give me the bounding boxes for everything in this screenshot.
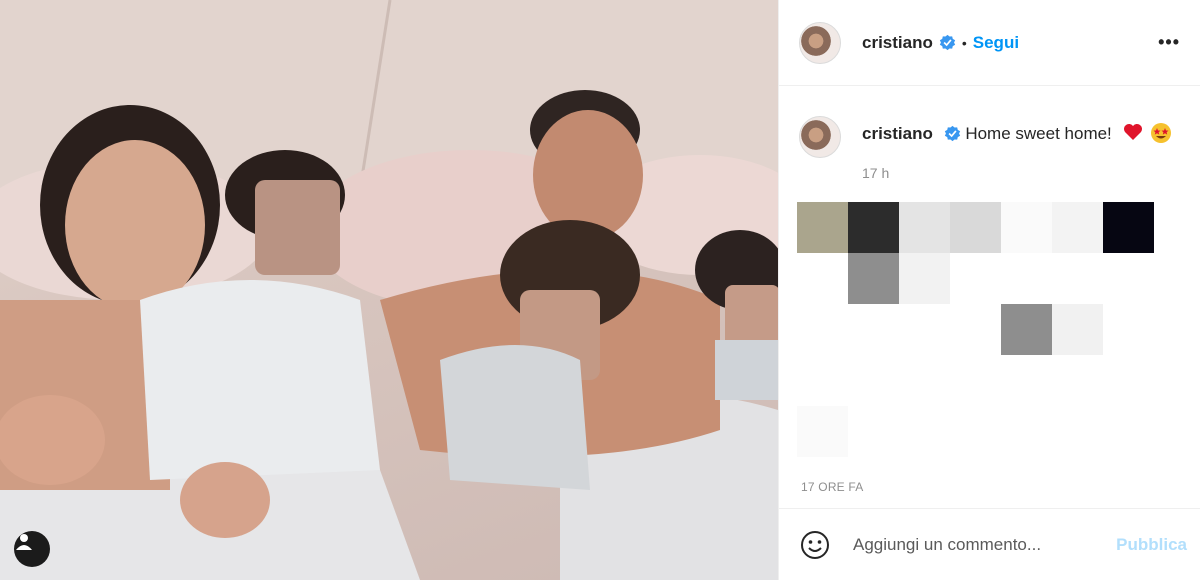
caption-content: cristiano Home sweet home! 17 h [862, 116, 1172, 181]
follow-button[interactable]: Segui [973, 33, 1019, 53]
family-photo-illustration [0, 0, 778, 580]
comment-bar: Pubblica [779, 508, 1200, 580]
star-struck-face-icon [1151, 123, 1172, 143]
header-username[interactable]: cristiano [862, 33, 933, 53]
posted-ago: 17 ORE FA [801, 480, 864, 494]
caption-avatar[interactable] [799, 116, 841, 158]
post-side-panel: cristiano • Segui ••• cristiano Home swe… [778, 0, 1200, 580]
post-photo[interactable] [0, 0, 778, 580]
verified-badge-icon [944, 125, 960, 142]
caption-username[interactable]: cristiano [862, 124, 933, 143]
comment-input[interactable] [851, 533, 1117, 556]
header-separator: • [961, 34, 967, 51]
caption-line: cristiano Home sweet home! [862, 122, 1172, 145]
caption-block: cristiano Home sweet home! 17 h [799, 116, 1172, 181]
emoji-smile-icon[interactable] [799, 529, 831, 561]
caption-timestamp: 17 h [862, 165, 890, 181]
verified-badge-icon [939, 34, 956, 51]
publish-button[interactable]: Pubblica [1116, 535, 1187, 555]
user-icon [16, 534, 32, 550]
caption-text: Home sweet home! [965, 124, 1112, 143]
more-options-icon[interactable]: ••• [1158, 32, 1180, 53]
instagram-post-view: cristiano • Segui ••• cristiano Home swe… [0, 0, 1200, 580]
tagged-users-button[interactable] [14, 531, 50, 567]
red-heart-icon [1123, 124, 1142, 140]
post-header: cristiano • Segui ••• [779, 0, 1200, 86]
avatar[interactable] [799, 21, 841, 64]
